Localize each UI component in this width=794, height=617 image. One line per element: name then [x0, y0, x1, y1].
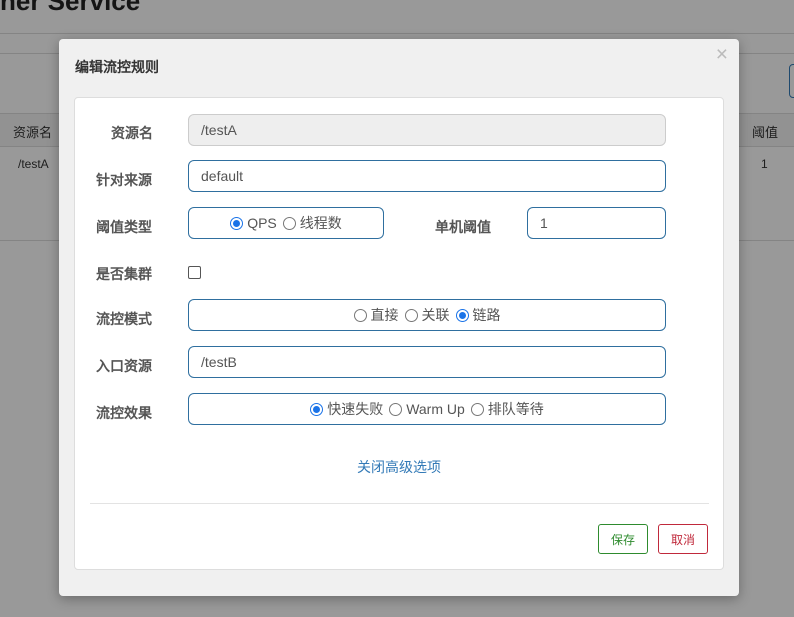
resource-name-label: 资源名 [111, 125, 153, 141]
entry-resource-field [188, 346, 666, 378]
radio-button[interactable] [230, 216, 244, 230]
radio-button[interactable] [404, 308, 418, 322]
flow-mode-label: 流控模式 [96, 311, 152, 327]
flow-effect-label: 流控效果 [96, 405, 152, 421]
entry-resource-label: 入口资源 [96, 358, 152, 374]
radio-option-thread-count[interactable]: 线程数 [282, 213, 342, 233]
radio-label: 快速失败 [327, 401, 384, 417]
radio-button[interactable] [282, 216, 296, 230]
radio-button[interactable] [389, 402, 403, 416]
radio-label: 关联 [421, 307, 450, 323]
edit-flow-rule-dialog: 编辑流控规则 × 资源名 针对来源 阈值类型 QPS 线程数 单机阈值 [59, 39, 739, 596]
cluster-label: 是否集群 [96, 266, 152, 282]
radio-option-queue[interactable]: 排队等待 [470, 399, 544, 419]
single-threshold-field [527, 207, 666, 239]
radio-label: 直接 [370, 307, 399, 323]
cancel-button[interactable]: 取消 [658, 524, 708, 554]
resource-name-field [188, 114, 666, 146]
limit-app-label: 针对来源 [96, 172, 152, 188]
radio-label: 线程数 [299, 215, 342, 231]
radio-label: 链路 [472, 307, 501, 323]
radio-option-fail-fast[interactable]: 快速失败 [310, 399, 383, 419]
threshold-type-label: 阈值类型 [96, 219, 152, 235]
flow-mode-radio-group: 直接 关联 链路 [188, 299, 666, 331]
radio-label: Warm Up [406, 401, 465, 417]
save-button[interactable]: 保存 [598, 524, 648, 554]
radio-button[interactable] [310, 402, 324, 416]
dialog-title: 编辑流控规则 [75, 59, 159, 75]
cluster-checkbox[interactable] [188, 266, 201, 279]
close-icon[interactable]: × [716, 44, 728, 66]
entry-resource-input[interactable] [189, 347, 665, 377]
radio-option-qps[interactable]: QPS [230, 215, 277, 231]
radio-option-direct[interactable]: 直接 [353, 305, 399, 325]
radio-button[interactable] [353, 308, 367, 322]
dialog-body: 资源名 针对来源 阈值类型 QPS 线程数 单机阈值 是否集群 [74, 97, 724, 570]
limit-app-field [188, 160, 666, 192]
radio-label: 排队等待 [487, 401, 544, 417]
radio-label: QPS [247, 215, 277, 231]
single-threshold-input[interactable] [528, 208, 665, 238]
radio-option-chain[interactable]: 链路 [455, 305, 501, 325]
limit-app-input[interactable] [189, 161, 665, 191]
radio-button[interactable] [455, 308, 469, 322]
radio-option-related[interactable]: 关联 [404, 305, 450, 325]
radio-button[interactable] [470, 402, 484, 416]
resource-name-input [189, 115, 665, 145]
threshold-type-radio-group: QPS 线程数 [188, 207, 384, 239]
radio-option-warm-up[interactable]: Warm Up [389, 401, 465, 417]
toggle-advanced-options-link[interactable]: 关闭高级选项 [75, 457, 723, 477]
single-threshold-label: 单机阈值 [435, 219, 491, 235]
divider [90, 503, 709, 504]
flow-effect-radio-group: 快速失败 Warm Up 排队等待 [188, 393, 666, 425]
